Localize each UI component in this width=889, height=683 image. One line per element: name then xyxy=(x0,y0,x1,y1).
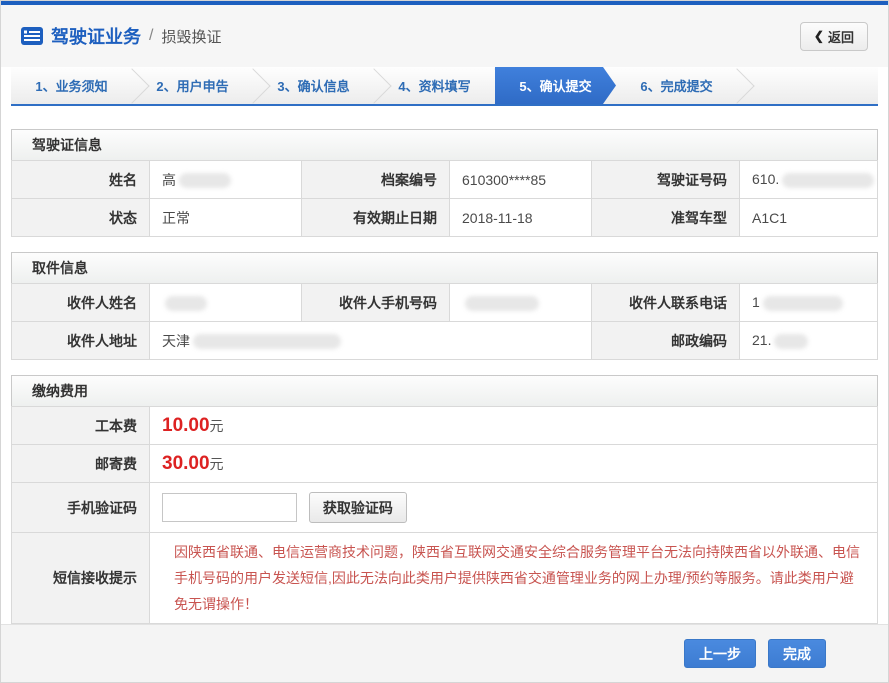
breadcrumb-separator: / xyxy=(149,27,153,45)
postage-fee-amount: 30.00 xyxy=(162,453,210,474)
recipient-mobile-value xyxy=(450,284,592,322)
postal-code-value: 21. xyxy=(740,322,878,360)
sms-notice-label: 短信接收提示 xyxy=(12,533,150,624)
redacted-blur xyxy=(193,334,341,349)
license-info-table: 姓名 高 档案编号 610300****85 驾驶证号码 610. 状态 正常 … xyxy=(11,160,878,237)
license-number-value: 610. xyxy=(740,161,878,199)
recipient-name-label: 收件人姓名 xyxy=(12,284,150,322)
production-fee-value: 10.00元 xyxy=(150,407,878,445)
license-card-icon xyxy=(21,27,43,45)
recipient-address-value: 天津 xyxy=(150,322,592,360)
table-row: 手机验证码 获取验证码 xyxy=(12,483,878,533)
production-fee-label: 工本费 xyxy=(12,407,150,445)
section-pickup-info: 取件信息 收件人姓名 收件人手机号码 收件人联系电话 1 收件人地址 天津 邮政… xyxy=(11,252,878,360)
name-value: 高 xyxy=(150,161,302,199)
production-fee-amount: 10.00 xyxy=(162,415,210,436)
vehicle-class-value: A1C1 xyxy=(740,199,878,237)
footer-action-bar: 上一步 完成 xyxy=(1,624,888,682)
back-button[interactable]: ❮ 返回 xyxy=(800,22,868,51)
breadcrumb: 驾驶证业务 / 损毁换证 xyxy=(21,23,221,49)
sms-notice-cell: 因陕西省联通、电信运营商技术问题，陕西省互联网交通安全综合服务管理平台无法向持陕… xyxy=(150,533,878,624)
table-row: 姓名 高 档案编号 610300****85 驾驶证号码 610. xyxy=(12,161,878,199)
redacted-blur xyxy=(165,296,207,311)
step-tabs: 1、业务须知 2、用户申告 3、确认信息 4、资料填写 5、确认提交 6、完成提… xyxy=(11,67,878,106)
recipient-phone-label: 收件人联系电话 xyxy=(592,284,740,322)
section-license-info: 驾驶证信息 姓名 高 档案编号 610300****85 驾驶证号码 610. … xyxy=(11,129,878,237)
sms-notice-text: 因陕西省联通、电信运营商技术问题，陕西省互联网交通安全综合服务管理平台无法向持陕… xyxy=(162,533,877,623)
pickup-info-table: 收件人姓名 收件人手机号码 收件人联系电话 1 收件人地址 天津 邮政编码 21… xyxy=(11,283,878,360)
expiry-date-value: 2018-11-18 xyxy=(450,199,592,237)
license-number-label: 驾驶证号码 xyxy=(592,161,740,199)
redacted-blur xyxy=(179,173,231,188)
table-row: 邮寄费 30.00元 xyxy=(12,445,878,483)
tab-step-6[interactable]: 6、完成提交 xyxy=(616,67,737,104)
status-value: 正常 xyxy=(150,199,302,237)
previous-step-button[interactable]: 上一步 xyxy=(684,639,756,668)
postage-fee-value: 30.00元 xyxy=(150,445,878,483)
tab-step-5-active[interactable]: 5、确认提交 xyxy=(495,67,616,104)
redacted-blur xyxy=(465,296,539,311)
tab-step-2[interactable]: 2、用户申告 xyxy=(132,67,253,104)
recipient-phone-value: 1 xyxy=(740,284,878,322)
recipient-address-label: 收件人地址 xyxy=(12,322,150,360)
finish-button[interactable]: 完成 xyxy=(768,639,826,668)
page-header: 驾驶证业务 / 损毁换证 ❮ 返回 xyxy=(1,5,888,67)
recipient-mobile-label: 收件人手机号码 xyxy=(302,284,450,322)
file-number-value: 610300****85 xyxy=(450,161,592,199)
table-row: 收件人地址 天津 邮政编码 21. xyxy=(12,322,878,360)
recipient-name-value xyxy=(150,284,302,322)
section-fees: 缴纳费用 工本费 10.00元 邮寄费 30.00元 手机验证码 xyxy=(11,375,878,624)
expiry-date-label: 有效期止日期 xyxy=(302,199,450,237)
sms-code-cell: 获取验证码 xyxy=(150,483,878,533)
vehicle-class-label: 准驾车型 xyxy=(592,199,740,237)
production-fee-unit: 元 xyxy=(210,418,224,434)
get-code-button[interactable]: 获取验证码 xyxy=(309,492,407,523)
page-subtitle: 损毁换证 xyxy=(161,26,221,47)
table-row: 短信接收提示 因陕西省联通、电信运营商技术问题，陕西省互联网交通安全综合服务管理… xyxy=(12,533,878,624)
sms-code-input[interactable] xyxy=(162,493,297,522)
back-button-label: 返回 xyxy=(828,27,854,46)
section-title-license: 驾驶证信息 xyxy=(11,129,878,161)
page: 驾驶证业务 / 损毁换证 ❮ 返回 1、业务须知 2、用户申告 3、确认信息 4… xyxy=(0,0,889,683)
name-label: 姓名 xyxy=(12,161,150,199)
table-row: 收件人姓名 收件人手机号码 收件人联系电话 1 xyxy=(12,284,878,322)
fees-table: 工本费 10.00元 邮寄费 30.00元 手机验证码 获取验证码 短信接收提 xyxy=(11,406,878,624)
redacted-blur xyxy=(782,173,874,188)
tab-step-1[interactable]: 1、业务须知 xyxy=(11,67,132,104)
postage-fee-label: 邮寄费 xyxy=(12,445,150,483)
table-row: 工本费 10.00元 xyxy=(12,407,878,445)
tab-step-3[interactable]: 3、确认信息 xyxy=(253,67,374,104)
redacted-blur xyxy=(763,296,843,311)
table-row: 状态 正常 有效期止日期 2018-11-18 准驾车型 A1C1 xyxy=(12,199,878,237)
redacted-blur xyxy=(774,334,808,349)
postage-fee-unit: 元 xyxy=(210,456,224,472)
sms-code-label: 手机验证码 xyxy=(12,483,150,533)
postal-code-label: 邮政编码 xyxy=(592,322,740,360)
status-label: 状态 xyxy=(12,199,150,237)
tab-step-4[interactable]: 4、资料填写 xyxy=(374,67,495,104)
file-number-label: 档案编号 xyxy=(302,161,450,199)
chevron-left-icon: ❮ xyxy=(814,29,824,43)
section-title-pickup: 取件信息 xyxy=(11,252,878,284)
section-title-fees: 缴纳费用 xyxy=(11,375,878,407)
page-title: 驾驶证业务 xyxy=(51,23,141,49)
